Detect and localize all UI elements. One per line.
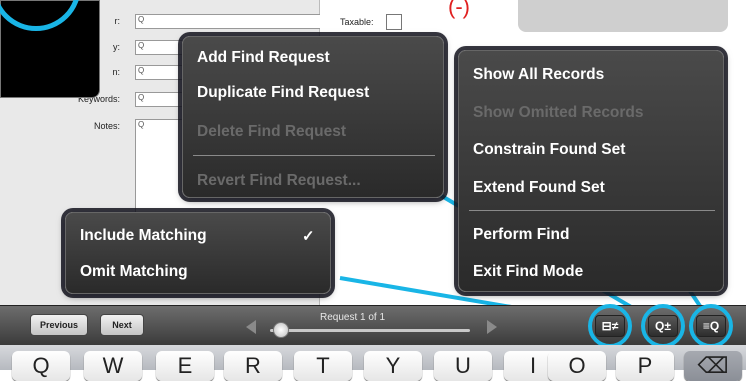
request-slider[interactable] <box>270 329 470 332</box>
request-counter: Request 1 of 1 <box>320 312 386 323</box>
key-q[interactable]: Q <box>12 351 70 381</box>
menu-separator <box>193 155 435 156</box>
menu-item-perform-find[interactable]: Perform Find <box>473 226 569 244</box>
field-label: Notes: <box>93 121 120 131</box>
overlay-corner <box>0 0 100 98</box>
menu-item-duplicate-find-request[interactable]: Duplicate Find Request <box>197 84 369 102</box>
find-requests-list-icon[interactable]: ≡Q <box>696 315 726 337</box>
slider-knob[interactable] <box>273 322 289 338</box>
records-menu: Show All Records Show Omitted Records Co… <box>458 50 724 292</box>
find-request-menu: Add Find Request Duplicate Find Request … <box>182 36 444 198</box>
arrow-left-icon[interactable] <box>246 320 256 334</box>
menu-item-revert-find-request: Revert Find Request... <box>197 172 361 189</box>
menu-item-add-find-request[interactable]: Add Find Request <box>197 49 330 67</box>
include-omit-icon[interactable]: ⊟≠ <box>595 315 625 337</box>
previous-button[interactable]: Previous <box>30 314 88 336</box>
find-plus-minus-icon[interactable]: Q± <box>648 315 678 337</box>
key-o[interactable]: O <box>548 351 606 381</box>
taxable-checkbox[interactable] <box>386 14 402 30</box>
key-e[interactable]: E <box>156 351 214 381</box>
key-r[interactable]: R <box>224 351 282 381</box>
backspace-key-icon[interactable]: ⌫ <box>684 351 742 381</box>
next-button[interactable]: Next <box>100 314 144 336</box>
menu-item-show-omitted-records: Show Omitted Records <box>473 104 644 121</box>
taxable-label: Taxable: <box>340 17 374 27</box>
menu-item-exit-find-mode[interactable]: Exit Find Mode <box>473 263 583 281</box>
key-p[interactable]: P <box>616 351 674 381</box>
menu-item-include-matching[interactable]: Include Matching <box>80 227 207 245</box>
menu-item-extend-found-set[interactable]: Extend Found Set <box>473 179 605 197</box>
include-omit-menu: Include Matching ✓ Omit Matching <box>65 212 331 294</box>
menu-item-show-all-records[interactable]: Show All Records <box>473 66 604 84</box>
key-w[interactable]: W <box>84 351 142 381</box>
key-u[interactable]: U <box>434 351 492 381</box>
top-fragment-text: (-) <box>448 0 470 19</box>
key-t[interactable]: T <box>294 351 352 381</box>
menu-item-delete-find-request: Delete Find Request <box>197 123 346 140</box>
field-input[interactable]: Q <box>135 14 328 29</box>
arrow-right-icon[interactable] <box>487 320 497 334</box>
checkmark-icon: ✓ <box>302 228 315 245</box>
menu-separator <box>469 210 715 211</box>
key-y[interactable]: Y <box>364 351 422 381</box>
menu-item-constrain-found-set[interactable]: Constrain Found Set <box>473 141 625 159</box>
header-panel <box>518 0 728 32</box>
menu-item-omit-matching[interactable]: Omit Matching <box>80 263 188 281</box>
keyboard: Q W E R T Y U I O P ⌫ <box>0 345 746 381</box>
find-toolbar: Previous Next Request 1 of 1 ⊟≠ Q± ≡Q <box>0 304 746 348</box>
highlight-circle <box>0 0 81 31</box>
